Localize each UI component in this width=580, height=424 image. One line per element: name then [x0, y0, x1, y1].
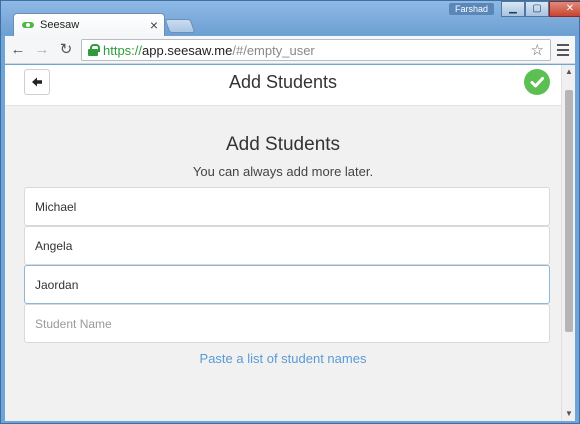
header-title: Add Students [228, 72, 338, 92]
back-nav-icon[interactable]: ← [9, 41, 27, 59]
close-window-button[interactable]: ✕ [549, 1, 580, 17]
reload-icon[interactable]: ↻ [57, 41, 75, 59]
url-scheme: https:// [103, 42, 143, 58]
page-title: Add Students [225, 134, 341, 155]
student-name-field[interactable] [24, 187, 550, 226]
scroll-thumb[interactable] [565, 90, 573, 332]
page-subtitle: You can always add more later. [192, 164, 374, 179]
maximize-button[interactable]: ▢ [525, 1, 549, 17]
forward-nav-icon[interactable]: → [33, 41, 51, 59]
new-tab-button[interactable] [164, 19, 196, 33]
browser-tab[interactable]: Seesaw × [13, 13, 165, 36]
scrollbar[interactable]: ▲ ▼ [561, 65, 575, 421]
profile-name[interactable]: Farshad [449, 3, 495, 15]
done-button[interactable] [524, 69, 550, 95]
student-name-field[interactable] [24, 265, 550, 304]
page-viewport: Add Students Add Students You can always… [5, 65, 575, 421]
student-list [24, 187, 550, 343]
url-host: app.seesaw.me [142, 42, 233, 58]
app-header: Add Students [5, 65, 561, 106]
url-text: https://app.seesaw.me/#/empty_user [103, 43, 315, 58]
browser-toolbar: ← → ↻ https://app.seesaw.me/#/empty_user… [5, 36, 575, 64]
browser-menu-icon[interactable] [554, 40, 572, 60]
scroll-up-arrow-icon[interactable]: ▲ [562, 65, 575, 79]
minimize-button[interactable]: ▁ [501, 1, 525, 17]
bookmark-star-icon[interactable]: ☆ [531, 41, 544, 59]
seesaw-favicon-icon [22, 22, 34, 28]
title-bar: Seesaw × Farshad ▁ ▢ ✕ [1, 1, 580, 36]
address-bar[interactable]: https://app.seesaw.me/#/empty_user ☆ [81, 39, 551, 61]
window-controls: ▁ ▢ ✕ [501, 1, 580, 17]
paste-list-link[interactable]: Paste a list of student names [5, 351, 561, 366]
scroll-down-arrow-icon[interactable]: ▼ [562, 407, 575, 421]
tab-close-icon[interactable]: × [150, 18, 158, 32]
lock-icon [88, 44, 100, 56]
tab-title: Seesaw [40, 19, 80, 31]
student-name-field[interactable] [24, 226, 550, 265]
browser-window: Seesaw × Farshad ▁ ▢ ✕ ← → ↻ https://app… [0, 0, 580, 424]
url-path: /#/empty_user [232, 42, 315, 58]
checkmark-icon [530, 77, 544, 88]
new-student-name-field[interactable] [24, 304, 550, 343]
